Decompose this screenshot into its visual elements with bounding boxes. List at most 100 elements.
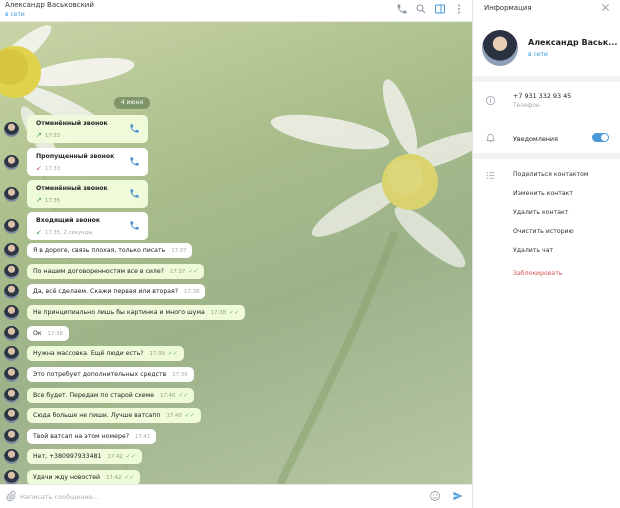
call-time: 17:33	[44, 133, 61, 139]
message-time: 17:40	[166, 413, 182, 419]
message-bubble[interactable]: Ок 17:38	[27, 326, 69, 341]
avatar[interactable]	[4, 408, 19, 423]
contact-action-item[interactable]: Удалить контакт	[513, 209, 568, 216]
profile-phone[interactable]: +7 931 332 93 45	[513, 92, 571, 100]
contact-action-item[interactable]: Очистить историю	[513, 228, 574, 235]
call-time: 17:35, 2 секунды	[44, 230, 93, 236]
avatar[interactable]	[4, 449, 19, 464]
message-input[interactable]	[20, 491, 400, 503]
call-bubble[interactable]: Отменённый звонок ↗ 17:35	[27, 180, 148, 208]
message-time: 17:39	[172, 372, 188, 378]
avatar[interactable]	[4, 470, 19, 484]
contact-action-item[interactable]: Заблокировать	[513, 270, 562, 277]
message-time: 17:38	[184, 289, 200, 295]
message-time: 17:37	[169, 269, 186, 275]
message-text: Сюда больше не пиши. Лучше ватсапп	[33, 412, 161, 419]
info-panel: Информация Александр Васьк... в сети +7 …	[472, 0, 620, 508]
call-back-icon[interactable]	[129, 188, 140, 199]
avatar[interactable]	[4, 284, 19, 299]
message-bubble[interactable]: Я в дороге, связь плохая, только писать 1…	[27, 243, 193, 258]
avatar[interactable]	[4, 326, 19, 341]
avatar[interactable]	[4, 367, 19, 382]
double-check-icon: ✓✓	[124, 474, 135, 481]
double-check-icon: ✓✓	[184, 412, 195, 419]
emoji-icon[interactable]	[429, 490, 441, 502]
search-icon[interactable]	[415, 3, 427, 15]
call-back-icon[interactable]	[129, 220, 140, 231]
message-bubble[interactable]: Не принципиально лишь бы картинка и мног…	[27, 305, 246, 320]
notifications-label: Уведомления	[513, 135, 558, 143]
profile-status: в сети	[528, 51, 548, 58]
double-check-icon: ✓✓	[167, 350, 178, 357]
bell-icon	[485, 132, 496, 143]
contact-action-item[interactable]: Изменить контакт	[513, 190, 573, 197]
avatar[interactable]	[4, 122, 19, 137]
double-check-icon: ✓✓	[178, 392, 189, 399]
input-bar	[0, 484, 472, 508]
contact-action-item[interactable]: Поделиться контактом	[513, 171, 589, 178]
avatar[interactable]	[4, 346, 19, 361]
phone-icon[interactable]	[396, 3, 408, 15]
message-text: Нет, +380997933481	[33, 453, 102, 460]
call-back-icon[interactable]	[129, 123, 140, 134]
chat-header: Александр Васьковский в сети	[0, 0, 472, 22]
call-title: Отменённый звонок	[36, 120, 108, 127]
message-bubble[interactable]: По нашим договоренностям все в силе? 17:3…	[27, 264, 205, 279]
profile-phone-label: Телефон	[513, 103, 540, 109]
avatar[interactable]	[4, 429, 19, 444]
more-icon[interactable]	[453, 3, 465, 15]
info-circle-icon	[485, 95, 496, 106]
message-time: 17:39	[149, 351, 165, 357]
contact-action-item[interactable]: Удалить чат	[513, 247, 553, 254]
call-title: Входящий звонок	[36, 217, 101, 224]
avatar[interactable]	[4, 264, 19, 279]
call-bubble[interactable]: Пропущенный звонок ↙ 17:33	[27, 148, 148, 176]
arrow-down-left-icon: ↙	[36, 228, 42, 236]
chat-area[interactable]: 4 июня Отменённый звонок ↗ 17:33 Пропущенны…	[0, 22, 472, 484]
message-bubble[interactable]: Да, всё сделаем. Скажи первая или вторая…	[27, 284, 206, 299]
profile-avatar[interactable]	[482, 30, 518, 66]
notifications-toggle[interactable]	[592, 133, 609, 142]
double-check-icon: ✓✓	[125, 453, 136, 460]
message-text: Нужна массовка. Ещё люди есть?	[33, 350, 144, 357]
avatar[interactable]	[4, 187, 19, 202]
message-time: 17:41	[135, 434, 151, 440]
message-time: 17:38	[47, 331, 63, 337]
paperclip-icon[interactable]	[5, 490, 17, 502]
avatar[interactable]	[4, 219, 19, 234]
avatar[interactable]	[4, 388, 19, 403]
double-check-icon: ✓✓	[188, 268, 199, 275]
message-bubble[interactable]: Нет, +380997933481 17:42 ✓✓	[27, 449, 142, 464]
send-icon[interactable]	[452, 490, 465, 503]
message-bubble[interactable]: Все будет. Передам по старой схеме 17:40 ✓…	[27, 388, 195, 403]
contact-name[interactable]: Александр Васьковский	[5, 1, 94, 9]
message-text: Твой ватсап на этом номере?	[33, 433, 129, 440]
message-time: 17:40	[160, 393, 176, 399]
avatar[interactable]	[4, 305, 19, 320]
message-text: Не принципиально лишь бы картинка и мног…	[33, 309, 205, 316]
list-icon	[485, 170, 496, 181]
call-bubble[interactable]: Отменённый звонок ↗ 17:33	[27, 115, 148, 143]
message-text: Ок	[33, 330, 42, 337]
message-bubble[interactable]: Сюда больше не пиши. Лучше ватсапп 17:40 ✓…	[27, 408, 201, 423]
info-panel-icon[interactable]	[434, 3, 446, 15]
message-time: 17:38	[210, 310, 227, 316]
avatar[interactable]	[4, 155, 19, 170]
message-time: 17:42	[106, 475, 122, 481]
call-bubble[interactable]: Входящий звонок ↙ 17:35, 2 секунды	[27, 212, 148, 240]
message-bubble[interactable]: Удачи жду новостей 17:42 ✓✓	[27, 470, 141, 484]
call-back-icon[interactable]	[129, 156, 140, 167]
info-panel-title: Информация	[484, 4, 532, 12]
message-bubble[interactable]: Твой ватсап на этом номере? 17:41	[27, 429, 157, 444]
call-detail: ↙ 17:33	[36, 164, 60, 172]
message-text: Удачи жду новостей	[33, 474, 101, 481]
message-time: 17:42	[107, 454, 123, 460]
message-bubble[interactable]: Это потребует дополнительных средств 17:3…	[27, 367, 194, 382]
message-time: 17:37	[171, 248, 187, 254]
message-text: Да, всё сделаем. Скажи первая или вторая…	[33, 288, 179, 295]
call-detail: ↙ 17:35, 2 секунды	[36, 228, 92, 236]
close-icon[interactable]	[600, 2, 612, 14]
arrow-up-right-icon: ↗	[36, 196, 42, 204]
avatar[interactable]	[4, 243, 19, 258]
message-bubble[interactable]: Нужна массовка. Ещё люди есть? 17:39 ✓✓	[27, 346, 184, 361]
